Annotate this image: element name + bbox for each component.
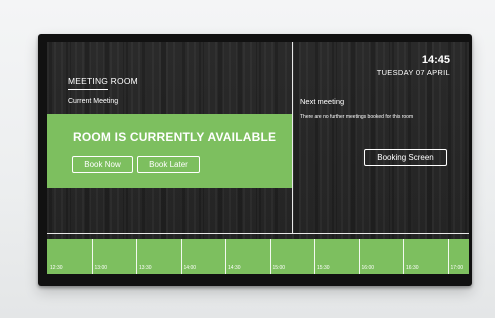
timeline-slot-label: 13:30 [139, 265, 152, 271]
availability-status: ROOM IS CURRENTLY AVAILABLE [73, 130, 277, 144]
timeline-slot-label: 15:00 [272, 265, 286, 271]
timeline-tick [447, 239, 449, 274]
clock-date: TUESDAY 07 APRIL [376, 68, 450, 77]
timeline-slot-label: 12:30 [50, 265, 63, 271]
timeline-slot-label: 17:00 [450, 265, 464, 271]
timeline-tick [358, 239, 360, 274]
book-later-button[interactable]: Book Later [137, 156, 200, 173]
timeline-slot-label: 16:30 [406, 265, 419, 271]
room-display-screen: MEETING ROOM Current Meeting ROOM IS CUR… [47, 42, 469, 274]
timeline-slot-label: 14:30 [228, 265, 241, 271]
next-meeting-text: There are no further meetings booked for… [300, 114, 414, 120]
booking-screen-button[interactable]: Booking Screen [364, 149, 447, 166]
timeline-slot-label: 13:00 [94, 265, 108, 271]
timeline-slot-label: 14:00 [183, 265, 197, 271]
timeline-tick [403, 239, 404, 274]
timeline-tick [180, 239, 182, 274]
room-name-underline [68, 89, 108, 90]
timeline-tick [136, 239, 137, 274]
timeline-tick [314, 239, 315, 274]
current-meeting-label: Current Meeting [68, 98, 119, 105]
timeline-slot-label: 15:30 [317, 265, 330, 271]
clock-time: 14:45 [421, 54, 450, 66]
next-meeting-label: Next meeting [300, 97, 345, 106]
timeline-slot-label: 16:00 [361, 265, 375, 271]
timeline-tick [269, 239, 271, 274]
timeline-divider [47, 233, 469, 234]
book-now-button[interactable]: Book Now [72, 156, 133, 173]
panel-divider-vertical [292, 42, 293, 233]
availability-panel: ROOM IS CURRENTLY AVAILABLE Book Now Boo… [47, 114, 292, 188]
room-name: MEETING ROOM [68, 76, 138, 86]
timeline-tick [225, 239, 226, 274]
timeline-bar[interactable]: 12:30 13:00 13:30 14:00 14:30 15:00 15:30 16:00… [47, 239, 469, 274]
timeline-tick [91, 239, 93, 274]
